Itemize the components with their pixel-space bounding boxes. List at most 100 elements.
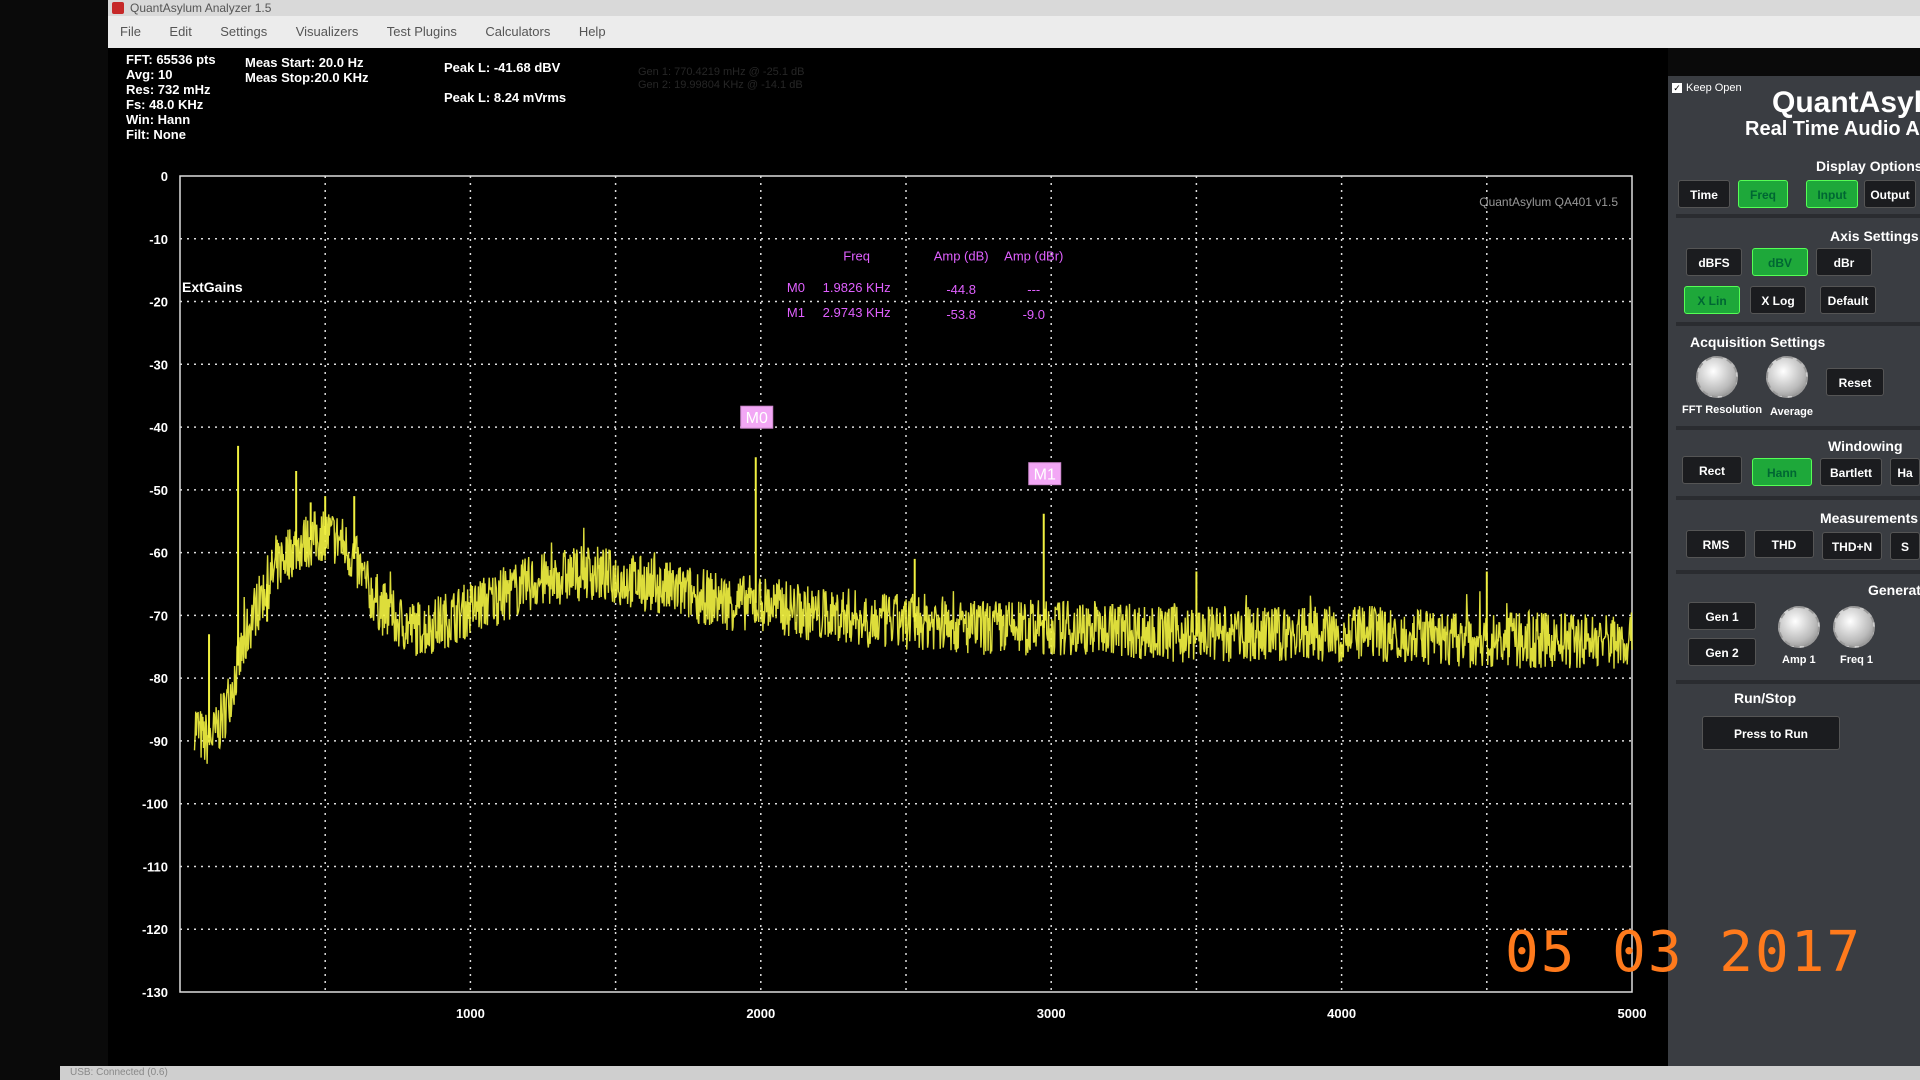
y-tick-label: -110 bbox=[143, 859, 168, 874]
app-icon bbox=[112, 2, 124, 14]
window-title: QuantAsylum Analyzer 1.5 bbox=[130, 1, 272, 15]
snr-button[interactable]: S bbox=[1890, 532, 1920, 560]
fft-resolution-knob[interactable] bbox=[1696, 356, 1738, 398]
spectrum-svg: 0 -10 -20 -30 -40 -50 -60 -70 -80 -90 -100 -110 -120… bbox=[117, 169, 1647, 1021]
y-tick-label: -80 bbox=[149, 671, 168, 686]
default-button[interactable]: Default bbox=[1820, 286, 1876, 314]
divider bbox=[1676, 214, 1920, 218]
marker-label: M0 bbox=[746, 410, 768, 427]
freq1-knob[interactable] bbox=[1833, 606, 1875, 648]
hamming-button[interactable]: Ha bbox=[1890, 458, 1920, 486]
thd-button[interactable]: THD bbox=[1754, 530, 1814, 558]
fft-resolution-label: FFT Resolution bbox=[1682, 404, 1763, 416]
marker-table-name: M0 bbox=[787, 280, 805, 295]
marker-table-amp: -44.8 bbox=[946, 282, 976, 297]
output-button[interactable]: Output bbox=[1864, 180, 1916, 208]
dbr-button[interactable]: dBr bbox=[1816, 248, 1872, 276]
divider bbox=[1676, 426, 1920, 430]
x-log-button[interactable]: X Log bbox=[1750, 286, 1806, 314]
window-type: Win: Hann bbox=[126, 112, 191, 127]
bartlett-button[interactable]: Bartlett bbox=[1820, 458, 1882, 486]
menu-bar: File Edit Settings Visualizers Test Plug… bbox=[108, 16, 1920, 48]
brand-name: QuantAsyl bbox=[1772, 86, 1920, 119]
meas-stop: Meas Stop:20.0 KHz bbox=[245, 70, 369, 85]
marker-table-amp: -53.8 bbox=[946, 307, 976, 322]
marker-table-header: Amp (dBr) bbox=[1004, 249, 1063, 264]
y-tick-label: -60 bbox=[149, 546, 168, 561]
x-tick-label: 5000 bbox=[1618, 1006, 1647, 1021]
amp1-knob[interactable] bbox=[1778, 606, 1820, 648]
peak-dbv: Peak L: -41.68 dBV bbox=[444, 60, 561, 75]
acquisition-heading: Acquisition Settings bbox=[1690, 334, 1826, 350]
menu-test-plugins[interactable]: Test Plugins bbox=[387, 16, 457, 48]
display-options-heading: Display Options bbox=[1816, 158, 1920, 174]
run-button[interactable]: Press to Run bbox=[1702, 716, 1840, 750]
gen1-button[interactable]: Gen 1 bbox=[1688, 602, 1756, 630]
divider bbox=[1676, 496, 1920, 500]
filter: Filt: None bbox=[126, 127, 186, 142]
thdn-button[interactable]: THD+N bbox=[1822, 532, 1882, 560]
watermark: QuantAsylum QA401 v1.5 bbox=[1479, 195, 1618, 209]
y-tick-label: -20 bbox=[149, 295, 168, 310]
hann-button[interactable]: Hann bbox=[1752, 458, 1812, 486]
amp1-label: Amp 1 bbox=[1782, 654, 1816, 666]
menu-settings[interactable]: Settings bbox=[220, 16, 267, 48]
x-tick-label: 2000 bbox=[746, 1006, 775, 1021]
gen2-readout: Gen 2: 19.99804 KHz @ -14.1 dB bbox=[638, 79, 803, 91]
marker-table-ampr: --- bbox=[1027, 282, 1040, 297]
marker-table-name: M1 bbox=[787, 305, 805, 320]
peak-mvrms: Peak L: 8.24 mVrms bbox=[444, 90, 567, 105]
menu-edit[interactable]: Edit bbox=[169, 16, 191, 48]
rms-button[interactable]: RMS bbox=[1686, 530, 1746, 558]
gen1-readout: Gen 1: 770.4219 mHz @ -25.1 dB bbox=[638, 66, 805, 78]
average-knob[interactable] bbox=[1766, 356, 1808, 398]
y-tick-label: -30 bbox=[149, 357, 168, 372]
keep-open-label: Keep Open bbox=[1686, 82, 1742, 94]
fft-points: FFT: 65536 pts bbox=[126, 52, 216, 67]
menu-calculators[interactable]: Calculators bbox=[485, 16, 550, 48]
marker-table-ampr: -9.0 bbox=[1023, 307, 1045, 322]
axis-settings-heading: Axis Settings bbox=[1830, 228, 1919, 244]
divider bbox=[1676, 680, 1920, 684]
rect-button[interactable]: Rect bbox=[1682, 456, 1742, 484]
x-tick-label: 3000 bbox=[1037, 1006, 1066, 1021]
marker-label: M1 bbox=[1034, 467, 1056, 484]
windowing-heading: Windowing bbox=[1828, 438, 1903, 454]
y-tick-label: -70 bbox=[149, 608, 168, 623]
freq1-label: Freq 1 bbox=[1840, 654, 1874, 666]
reset-button[interactable]: Reset bbox=[1826, 368, 1884, 396]
check-icon: ✓ bbox=[1672, 83, 1682, 94]
brand-subtitle: Real Time Audio A bbox=[1745, 118, 1920, 140]
time-button[interactable]: Time bbox=[1678, 180, 1730, 208]
divider bbox=[1676, 570, 1920, 574]
marker-table-header: Freq bbox=[843, 249, 870, 264]
x-tick-label: 4000 bbox=[1327, 1006, 1356, 1021]
y-tick-label: -10 bbox=[149, 232, 168, 247]
measurements-heading: Measurements bbox=[1820, 510, 1919, 526]
y-tick-label: -120 bbox=[142, 922, 168, 937]
menu-visualizers[interactable]: Visualizers bbox=[296, 16, 359, 48]
marker-table-freq: 1.9826 KHz bbox=[823, 280, 891, 295]
dbfs-button[interactable]: dBFS bbox=[1686, 248, 1742, 276]
keep-open-checkbox[interactable]: ✓ Keep Open bbox=[1672, 82, 1742, 94]
y-tick-label: -100 bbox=[142, 797, 168, 812]
input-button[interactable]: Input bbox=[1806, 180, 1858, 208]
status-bar: USB: Connected (0.6) bbox=[60, 1066, 1920, 1080]
y-tick-label: 0 bbox=[161, 169, 168, 184]
menu-file[interactable]: File bbox=[120, 16, 141, 48]
fft-info-block: FFT: 65536 pts Avg: 10 Res: 732 mHz Fs: … bbox=[126, 52, 216, 142]
marker-table-freq: 2.9743 KHz bbox=[823, 305, 891, 320]
y-tick-label: -90 bbox=[149, 734, 168, 749]
y-tick-label: -50 bbox=[149, 483, 168, 498]
gen2-button[interactable]: Gen 2 bbox=[1688, 638, 1756, 666]
x-lin-button[interactable]: X Lin bbox=[1684, 286, 1740, 314]
marker-table-header: Amp (dB) bbox=[934, 249, 989, 264]
y-tick-label: -40 bbox=[149, 420, 168, 435]
menu-help[interactable]: Help bbox=[579, 16, 606, 48]
generator-heading: Generat bbox=[1868, 582, 1920, 598]
dbv-button[interactable]: dBV bbox=[1752, 248, 1808, 276]
sample-rate: Fs: 48.0 KHz bbox=[126, 97, 204, 112]
freq-button[interactable]: Freq bbox=[1738, 180, 1788, 208]
generator-readout: Gen 1: 770.4219 mHz @ -25.1 dB Gen 2: 19… bbox=[638, 66, 804, 92]
spectrum-plot[interactable]: 0 -10 -20 -30 -40 -50 -60 -70 -80 -90 -100 -110 -120… bbox=[117, 162, 1648, 1032]
